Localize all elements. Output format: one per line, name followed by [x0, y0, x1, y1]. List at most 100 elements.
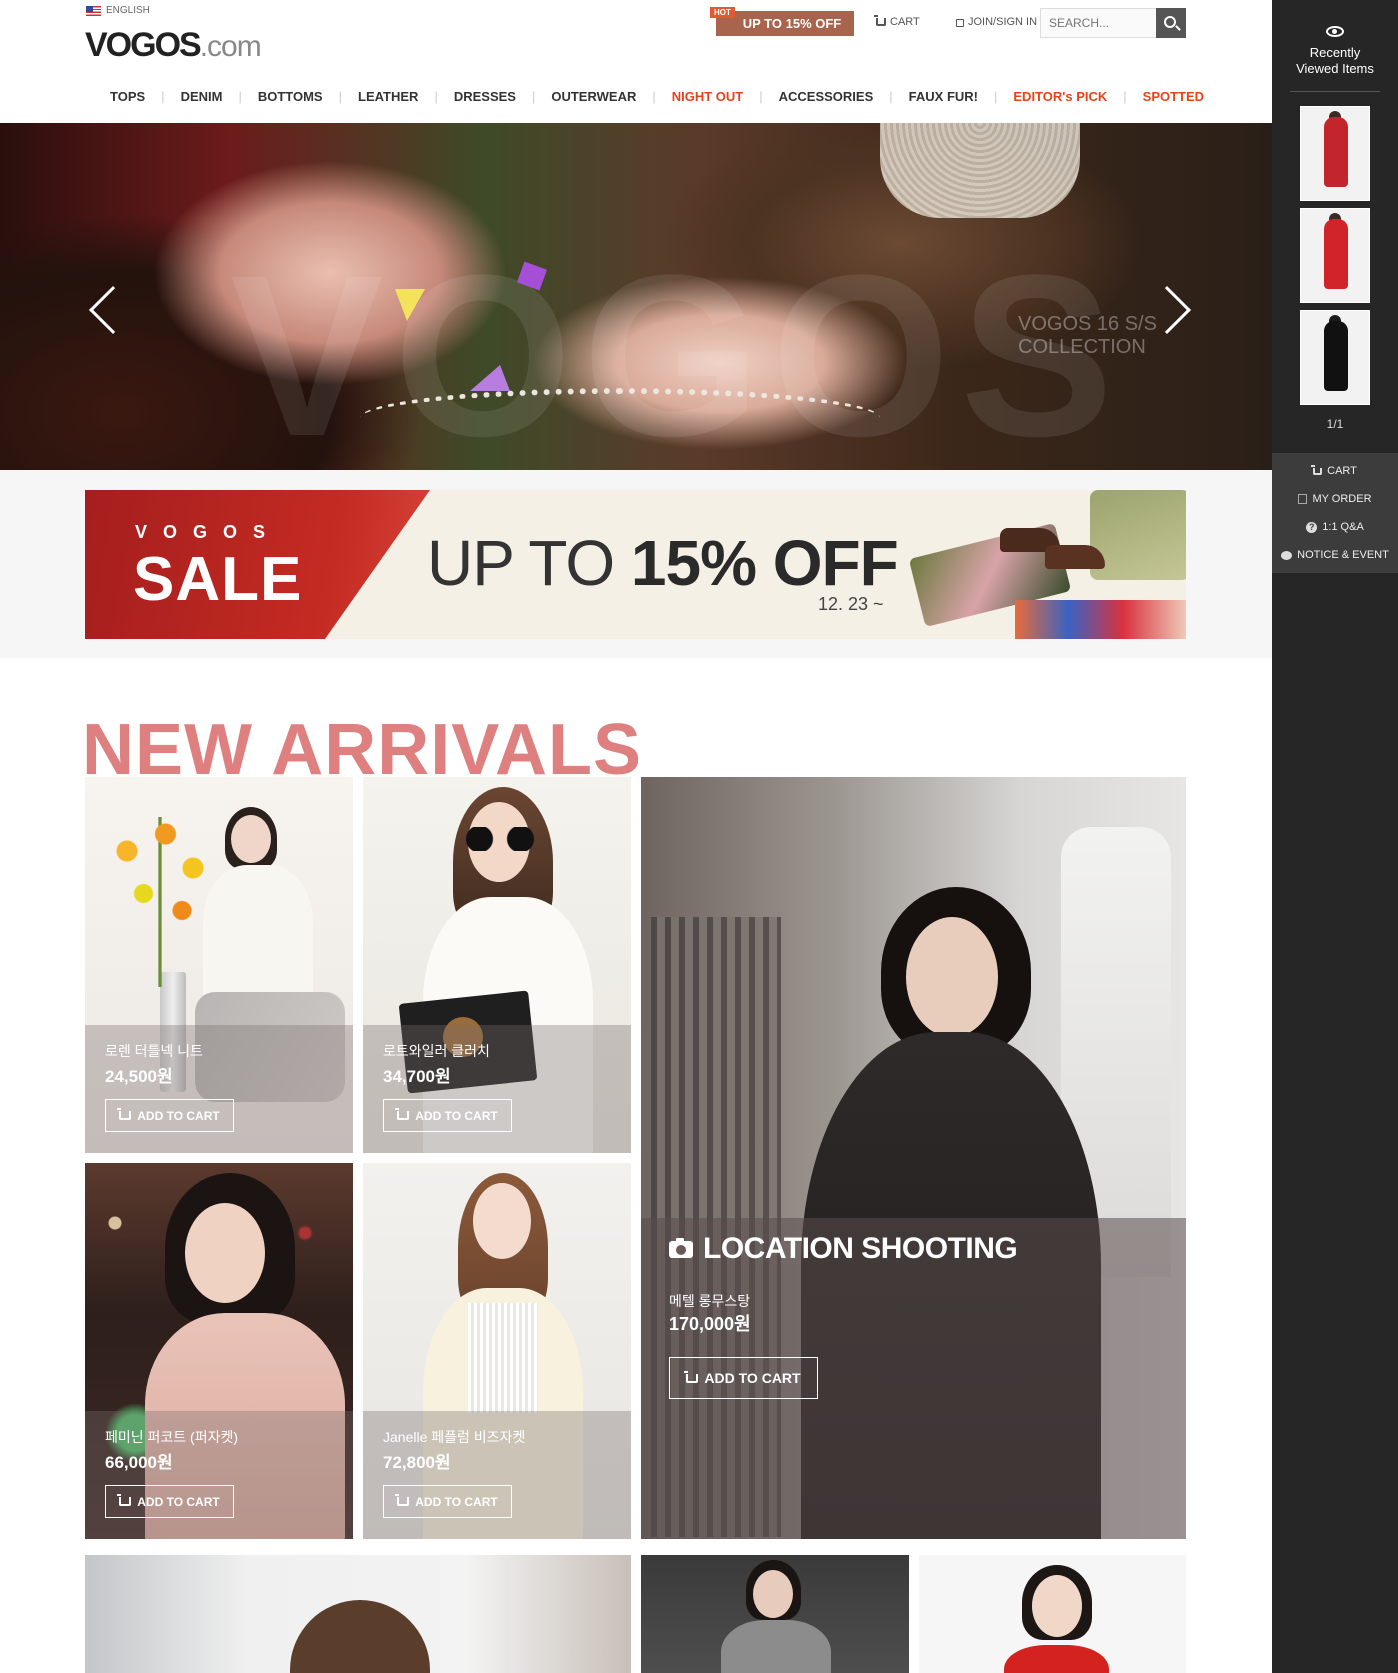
hero-lace-collar	[880, 123, 1080, 218]
product-name[interactable]: 로렌 터틀넥 니트	[105, 1041, 203, 1061]
sidebar-item-cart[interactable]: CART	[1272, 457, 1398, 485]
add-to-cart-label: ADD TO CART	[415, 1108, 498, 1123]
recent-item-thumb[interactable]	[1300, 106, 1370, 201]
nav-item-night-out[interactable]: NIGHT OUT	[656, 89, 760, 104]
recently-viewed-title-line1: Recently	[1309, 45, 1361, 60]
nav-item-outerwear[interactable]: OUTERWEAR	[535, 89, 652, 104]
sidebar-item-label: CART	[1327, 465, 1357, 477]
main-nav: TOPS | DENIM | BOTTOMS | LEATHER | DRESSES | …	[94, 89, 1220, 104]
banner-clothes-image	[1015, 600, 1186, 639]
new-arrivals-title: NEW ARRIVALS	[82, 710, 642, 790]
sidebar-item-label: 1:1 Q&A	[1322, 521, 1364, 533]
product-card[interactable]	[919, 1555, 1186, 1673]
language-label: ENGLISH	[106, 5, 150, 16]
sale-offer-value: 15% OFF	[630, 527, 899, 599]
product-image	[85, 1555, 631, 1673]
language-selector[interactable]: ENGLISH	[86, 5, 150, 16]
product-card[interactable]: Janelle 페플럼 비즈자켓 72,800원 ADD TO CART	[363, 1163, 631, 1539]
product-card[interactable]: 페미닌 퍼코트 (퍼자켓) 66,000원 ADD TO CART	[85, 1163, 353, 1539]
add-to-cart-button[interactable]: ADD TO CART	[105, 1099, 234, 1132]
product-name[interactable]: 로트와일러 클러치	[383, 1041, 490, 1061]
recent-item-thumb[interactable]	[1300, 208, 1370, 303]
sidebar-item-my-order[interactable]: MY ORDER	[1272, 485, 1398, 513]
recent-page-indicator: 1/1	[1326, 417, 1344, 431]
nav-item-spotted[interactable]: SPOTTED	[1127, 89, 1220, 104]
join-signin-label: JOIN/SIGN IN	[968, 16, 1038, 28]
sidebar-divider	[1290, 91, 1380, 92]
cart-icon	[684, 1370, 699, 1383]
lock-icon	[956, 19, 964, 27]
feature-title: LOCATION SHOOTING	[669, 1232, 1018, 1266]
add-to-cart-label: ADD TO CART	[137, 1494, 220, 1509]
add-to-cart-label: ADD TO CART	[704, 1370, 801, 1386]
sidebar-item-label: NOTICE & EVENT	[1297, 549, 1389, 561]
search-icon	[1163, 15, 1176, 28]
add-to-cart-button[interactable]: ADD TO CART	[383, 1485, 512, 1518]
nav-item-bottoms[interactable]: BOTTOMS	[242, 89, 339, 104]
product-price: 72,800원	[383, 1453, 451, 1472]
sale-banner[interactable]: VOGOS SALE UP TO 15% OFF 12. 23 ~	[85, 490, 1186, 639]
product-card[interactable]: 로렌 터틀넥 니트 24,500원 ADD TO CART	[85, 777, 353, 1153]
chat-icon	[1281, 550, 1293, 560]
product-name[interactable]: 페미닌 퍼코트 (퍼자켓)	[105, 1427, 238, 1447]
sidebar-item-qna[interactable]: ? 1:1 Q&A	[1272, 513, 1398, 541]
recently-viewed-title-line2: Viewed Items	[1296, 61, 1374, 76]
nav-item-denim[interactable]: DENIM	[165, 89, 239, 104]
product-image	[641, 1555, 909, 1673]
hero-confetti	[395, 289, 425, 321]
join-signin-link[interactable]: JOIN/SIGN IN	[956, 16, 1037, 28]
cart-link[interactable]: CART	[874, 15, 920, 28]
sidebar-menu: CART MY ORDER ? 1:1 Q&A NOTICE & EVENT	[1272, 453, 1398, 573]
sale-date: 12. 23 ~	[818, 594, 884, 614]
promo-label: UP TO 15% OFF	[742, 16, 842, 31]
hot-badge: HOT	[710, 7, 735, 18]
cart-icon	[395, 1108, 410, 1120]
slider-prev-icon[interactable]	[88, 285, 138, 335]
banner-shoe-image	[1045, 545, 1105, 569]
add-to-cart-label: ADD TO CART	[137, 1108, 220, 1123]
feature-title-text: LOCATION SHOOTING	[703, 1232, 1018, 1265]
recent-item-thumb[interactable]	[1300, 310, 1370, 405]
nav-item-accessories[interactable]: ACCESSORIES	[763, 89, 890, 104]
hero-collection-text: VOGOS 16 S/S COLLECTION	[1018, 313, 1157, 358]
add-to-cart-button[interactable]: ADD TO CART	[105, 1485, 234, 1518]
sale-offer: UP TO 15% OFF	[427, 526, 899, 600]
product-image	[919, 1555, 1186, 1673]
add-to-cart-button[interactable]: ADD TO CART	[669, 1357, 818, 1399]
nav-item-leather[interactable]: LEATHER	[342, 89, 434, 104]
product-price: 66,000원	[105, 1453, 173, 1472]
sale-band: VOGOS SALE UP TO 15% OFF 12. 23 ~	[0, 470, 1272, 658]
add-to-cart-button[interactable]: ADD TO CART	[383, 1099, 512, 1132]
product-card[interactable]: 로트와일러 클러치 34,700원 ADD TO CART	[363, 777, 631, 1153]
site-logo[interactable]: VOGOS.com	[85, 26, 262, 65]
eye-icon	[1326, 26, 1344, 37]
sidebar-item-label: MY ORDER	[1312, 493, 1372, 505]
cart-icon	[117, 1494, 132, 1506]
nav-item-tops[interactable]: TOPS	[94, 89, 161, 104]
sidebar-item-notice-event[interactable]: NOTICE & EVENT	[1272, 541, 1398, 569]
sale-offer-prefix: UP TO	[427, 527, 631, 599]
hero-slider[interactable]: VOGOS VOGOS 16 S/S COLLECTION	[0, 123, 1272, 470]
recently-viewed-header: Recently Viewed Items	[1272, 0, 1398, 77]
feature-product-card[interactable]: LOCATION SHOOTING 메텔 롱무스탕 170,000원 ADD T…	[641, 777, 1186, 1539]
nav-item-editors-pick[interactable]: EDITOR's PICK	[997, 89, 1123, 104]
hero-pearls	[360, 388, 880, 448]
right-sidebar: Recently Viewed Items 1/1 CART MY ORDER …	[1272, 0, 1398, 1673]
add-to-cart-label: ADD TO CART	[415, 1494, 498, 1509]
search-input[interactable]	[1041, 9, 1151, 37]
product-name[interactable]: Janelle 페플럼 비즈자켓	[383, 1427, 525, 1447]
search-box	[1040, 8, 1186, 38]
nav-item-faux-fur[interactable]: FAUX FUR!	[893, 89, 994, 104]
nav-item-dresses[interactable]: DRESSES	[438, 89, 532, 104]
hero-confetti	[470, 365, 510, 391]
cart-icon	[117, 1108, 132, 1120]
product-name[interactable]: 메텔 롱무스탕	[669, 1291, 750, 1311]
search-button[interactable]	[1156, 8, 1186, 38]
promo-button[interactable]: HOT UP TO 15% OFF	[710, 7, 854, 36]
cart-icon	[1311, 464, 1323, 475]
product-card[interactable]	[641, 1555, 909, 1673]
cart-link-label: CART	[890, 16, 920, 28]
product-card[interactable]	[85, 1555, 631, 1673]
us-flag-icon	[86, 5, 101, 16]
product-price: 34,700원	[383, 1067, 451, 1086]
